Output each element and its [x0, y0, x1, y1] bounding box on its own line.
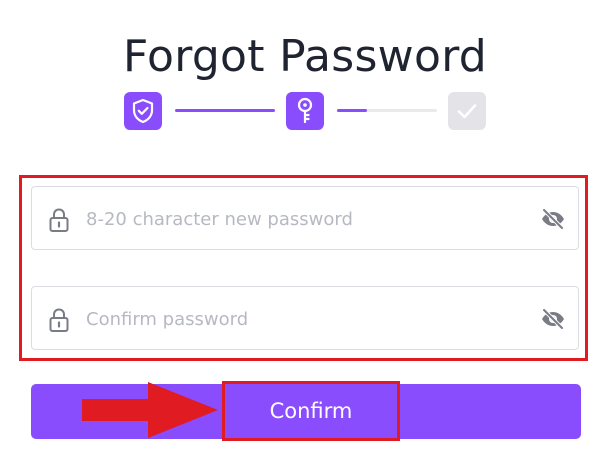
confirm-password-field[interactable]: [31, 286, 579, 350]
step-2-key-icon: [286, 92, 324, 130]
forgot-password-page: Forgot Password Confirm: [0, 0, 610, 449]
confirm-password-input[interactable]: [86, 299, 516, 339]
new-password-field[interactable]: [31, 186, 579, 250]
page-title: Forgot Password: [122, 31, 488, 83]
lock-icon: [49, 208, 69, 232]
new-password-input[interactable]: [86, 199, 516, 239]
shield-check-icon: [132, 98, 154, 124]
step-connector-2-progress: [337, 109, 367, 112]
step-3-check-icon: [448, 92, 486, 130]
key-icon: [297, 97, 313, 124]
eye-slash-icon[interactable]: [540, 207, 566, 231]
lock-icon: [49, 308, 69, 332]
step-connector-1: [175, 109, 275, 112]
red-arrow-right-icon: [82, 382, 218, 438]
check-icon: [457, 104, 477, 119]
step-1-shield-check-icon: [124, 92, 162, 130]
eye-slash-icon[interactable]: [540, 307, 566, 331]
